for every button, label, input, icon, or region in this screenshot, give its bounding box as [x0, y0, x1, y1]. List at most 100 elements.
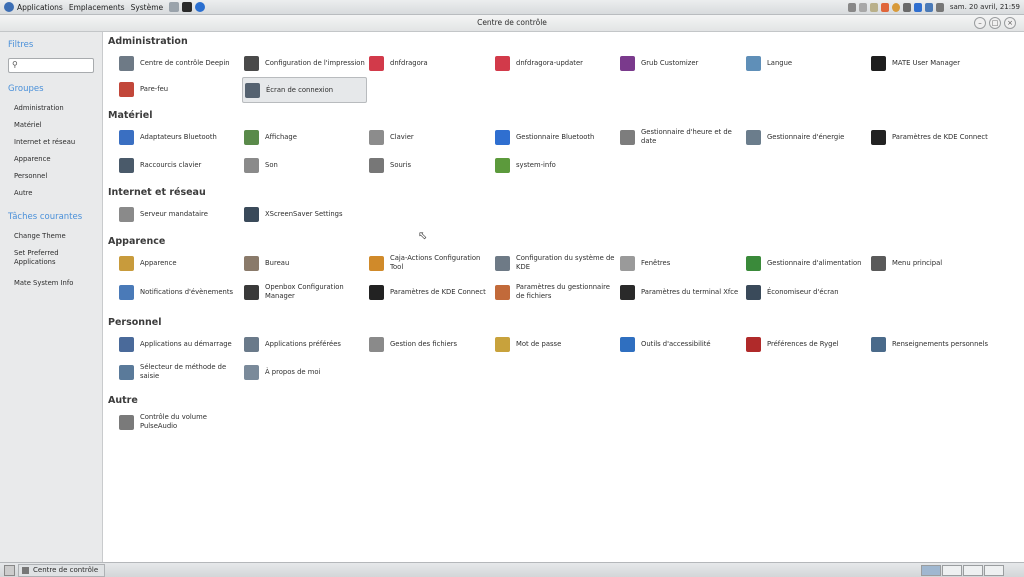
control-item-label: MATE User Manager: [892, 58, 961, 67]
control-item[interactable]: À propos de moi: [242, 360, 365, 384]
control-item[interactable]: Gestionnaire d'alimentation: [744, 251, 867, 275]
control-item[interactable]: Paramètres de KDE Connect: [367, 280, 490, 304]
control-item[interactable]: dnfdragora-updater: [493, 51, 616, 75]
control-item[interactable]: system-info: [493, 153, 616, 177]
control-item[interactable]: Centre de contrôle Deepin: [117, 51, 240, 75]
tray-clipboard-icon[interactable]: [858, 2, 867, 12]
bluetooth-icon: [495, 129, 510, 145]
workspace-1[interactable]: [921, 565, 941, 576]
maximize-button[interactable]: □: [989, 17, 1001, 29]
control-item[interactable]: Serveur mandataire: [117, 202, 240, 226]
control-item[interactable]: Paramètres du terminal Xfce: [618, 280, 741, 304]
control-item[interactable]: Pare-feu: [117, 77, 240, 101]
tray-mic-icon[interactable]: [847, 2, 856, 12]
control-item[interactable]: Gestionnaire d'énergie: [744, 125, 867, 149]
terminal-launcher-icon[interactable]: [182, 2, 193, 12]
control-item[interactable]: Renseignements personnels: [869, 332, 992, 356]
control-item[interactable]: Écran de connexion: [242, 77, 367, 103]
sidebar-group-administration[interactable]: Administration: [14, 100, 75, 117]
control-item[interactable]: Sélecteur de méthode de saisie: [117, 360, 240, 384]
control-item[interactable]: Applications préférées: [242, 332, 365, 356]
control-item[interactable]: Applications au démarrage: [117, 332, 240, 356]
sidebar-group-internet[interactable]: Internet et réseau: [14, 134, 75, 151]
control-item-label: Centre de contrôle Deepin: [140, 58, 230, 67]
search-input[interactable]: ⚲: [8, 58, 94, 73]
menu-system[interactable]: Système: [131, 3, 164, 12]
kde-config-icon: [495, 255, 510, 271]
taskbar-window-button[interactable]: Centre de contrôle: [18, 564, 106, 577]
tray-update-icon[interactable]: [880, 2, 889, 12]
phone-icon: [369, 284, 384, 300]
login-screen-icon: [245, 82, 260, 98]
menu-places[interactable]: Emplacements: [69, 3, 125, 12]
control-item[interactable]: Contrôle du volume PulseAudio: [117, 410, 240, 434]
sidebar-group-autre[interactable]: Autre: [14, 185, 75, 202]
control-item[interactable]: Affichage: [242, 125, 365, 149]
sidebar-group-apparence[interactable]: Apparence: [14, 151, 75, 168]
control-item[interactable]: Configuration du système de KDE: [493, 251, 616, 275]
control-item[interactable]: Paramètres de KDE Connect: [869, 125, 992, 149]
control-item-label: Apparence: [140, 258, 177, 267]
control-item[interactable]: Menu principal: [869, 251, 992, 275]
section-title: Matériel: [108, 110, 153, 121]
workspace-4[interactable]: [984, 565, 1004, 576]
minimize-button[interactable]: –: [974, 17, 986, 29]
distro-logo-icon[interactable]: [4, 2, 14, 12]
task-preferred-apps[interactable]: Set Preferred Applications: [14, 245, 84, 275]
control-item[interactable]: MATE User Manager: [869, 51, 992, 75]
tray-notes-icon[interactable]: [869, 2, 878, 12]
control-item[interactable]: Outils d'accessibilité: [618, 332, 741, 356]
dnfdragora-icon: [369, 55, 384, 71]
control-item-label: Outils d'accessibilité: [641, 339, 711, 348]
control-item[interactable]: Gestion des fichiers: [367, 332, 490, 356]
window-titlebar[interactable]: Centre de contrôle – □ ×: [0, 15, 1024, 32]
section-title: Apparence: [108, 236, 166, 247]
control-item[interactable]: Langue: [744, 51, 867, 75]
control-item[interactable]: Souris: [367, 153, 490, 177]
control-item[interactable]: Gestionnaire Bluetooth: [493, 125, 616, 149]
control-item[interactable]: XScreenSaver Settings: [242, 202, 365, 226]
control-item[interactable]: Configuration de l'impression: [242, 51, 365, 75]
sidebar-group-personnel[interactable]: Personnel: [14, 168, 75, 185]
control-item[interactable]: Caja-Actions Configuration Tool: [367, 251, 490, 275]
control-item[interactable]: Raccourcis clavier: [117, 153, 240, 177]
tools-icon: [119, 55, 134, 71]
control-item[interactable]: Clavier: [367, 125, 490, 149]
taskbar-window-label: Centre de contrôle: [33, 566, 99, 574]
tray-signal-icon[interactable]: [924, 2, 933, 12]
workspace-switcher[interactable]: [920, 565, 1004, 576]
speaker-icon: [244, 157, 259, 173]
tray-weather-icon[interactable]: [891, 2, 900, 12]
control-item[interactable]: dnfdragora: [367, 51, 490, 75]
tray-volume-icon[interactable]: [935, 2, 944, 12]
workspace-3[interactable]: [963, 565, 983, 576]
browser-launcher-icon[interactable]: [195, 2, 206, 12]
task-change-theme[interactable]: Change Theme: [14, 228, 84, 245]
control-item-label: Contrôle du volume PulseAudio: [140, 413, 207, 430]
tray-network-icon[interactable]: [902, 2, 911, 12]
control-item[interactable]: Son: [242, 153, 365, 177]
control-item-label: Gestionnaire d'heure et de date: [641, 128, 732, 145]
clock[interactable]: sam. 20 avril, 21:59: [950, 3, 1020, 11]
file-manager-launcher-icon[interactable]: [169, 2, 180, 12]
sidebar-group-materiel[interactable]: Matériel: [14, 117, 75, 134]
task-system-info[interactable]: Mate System Info: [14, 275, 84, 292]
control-item[interactable]: Apparence: [117, 251, 240, 275]
openbox-icon: [244, 284, 259, 300]
control-item[interactable]: Openbox Configuration Manager: [242, 280, 365, 304]
control-item[interactable]: Bureau: [242, 251, 365, 275]
control-item[interactable]: Mot de passe: [493, 332, 616, 356]
control-item[interactable]: Paramètres du gestionnaire de fichiers: [493, 280, 616, 304]
control-item[interactable]: Fenêtres: [618, 251, 741, 275]
workspace-2[interactable]: [942, 565, 962, 576]
tray-bluetooth-icon[interactable]: [913, 2, 922, 12]
close-button[interactable]: ×: [1004, 17, 1016, 29]
control-item[interactable]: Grub Customizer: [618, 51, 741, 75]
show-desktop-button[interactable]: [4, 565, 15, 576]
control-item[interactable]: Économiseur d'écran: [744, 280, 867, 304]
control-item[interactable]: Préférences de Rygel: [744, 332, 867, 356]
menu-applications[interactable]: Applications: [17, 3, 63, 12]
control-item[interactable]: Notifications d'évènements: [117, 280, 240, 304]
control-item[interactable]: Adaptateurs Bluetooth: [117, 125, 240, 149]
control-item[interactable]: Gestionnaire d'heure et de date: [618, 125, 741, 149]
